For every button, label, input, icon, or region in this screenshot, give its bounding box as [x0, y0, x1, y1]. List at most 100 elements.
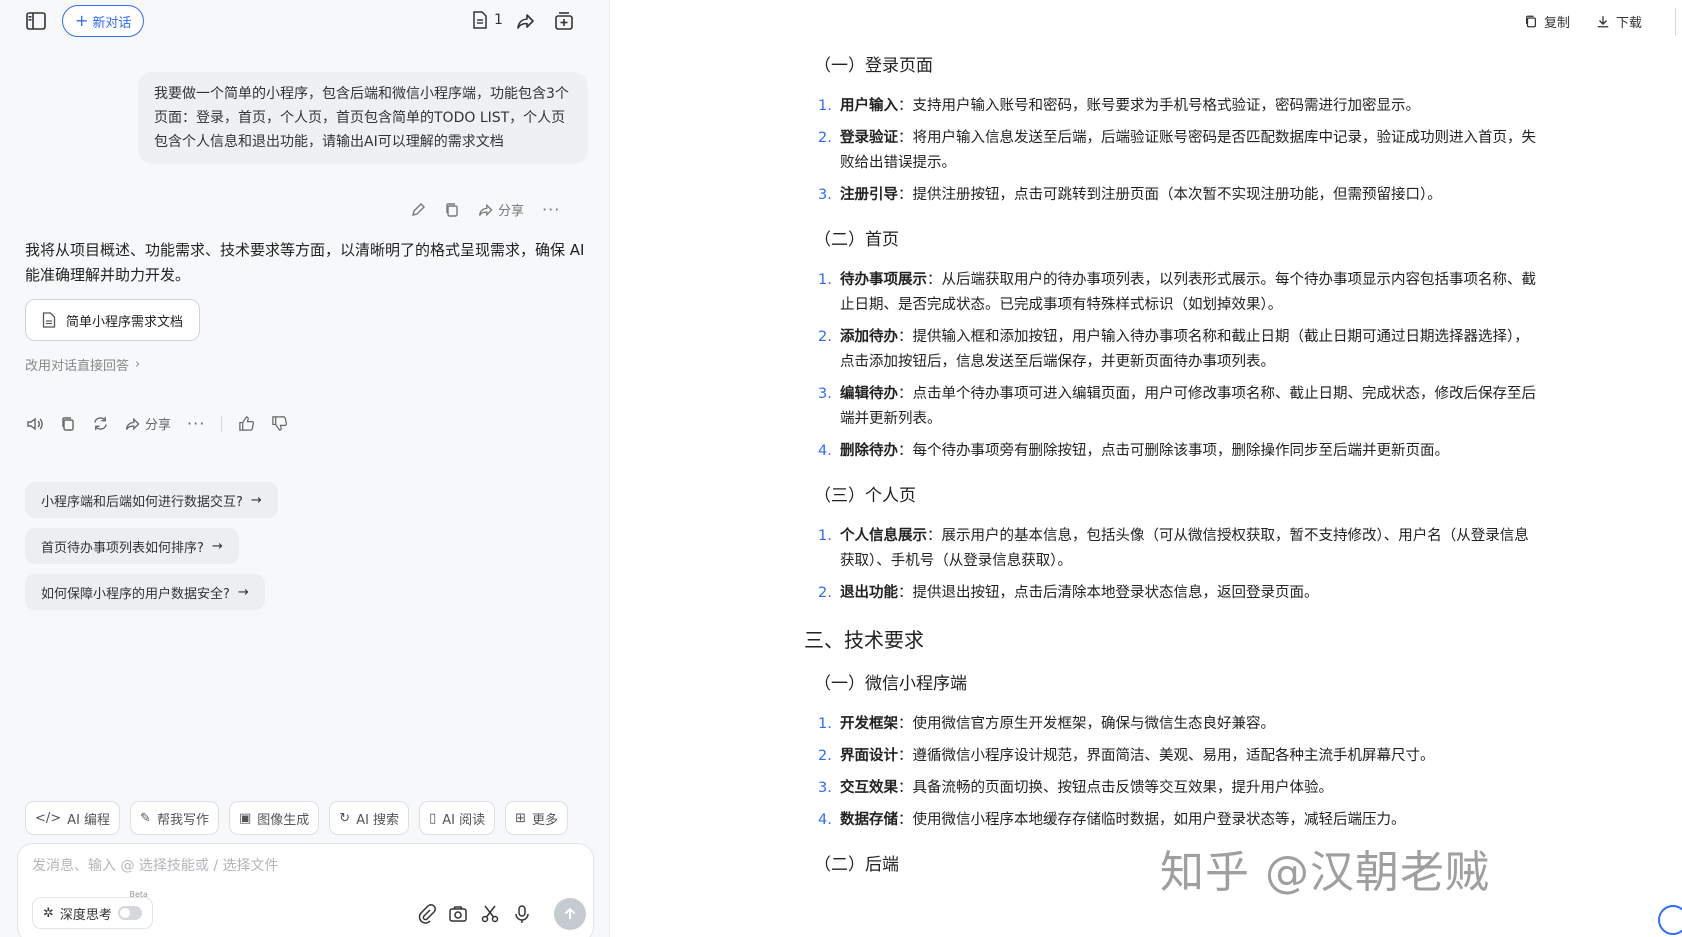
list-item: 3. 交互效果：具备流畅的页面切换、按钮点击反馈等交互效果，提升用户体验。	[818, 776, 1538, 801]
list-number: 2.	[818, 585, 832, 601]
skill-writing[interactable]: ✎ 帮我写作	[130, 801, 219, 835]
plus-icon: +	[75, 11, 89, 30]
share-icon	[125, 417, 140, 430]
regenerate-icon[interactable]	[92, 415, 109, 432]
switch-to-chat-link[interactable]: 改用对话直接回答 ›	[25, 355, 140, 374]
section-heading: （三）个人页	[814, 486, 916, 506]
more-icon[interactable]: ···	[187, 414, 205, 433]
attachment-icon[interactable]	[416, 904, 436, 924]
send-button[interactable]	[554, 898, 586, 930]
new-chat-label: 新对话	[92, 15, 132, 31]
arrow-right-icon: →	[250, 492, 262, 508]
divider	[221, 415, 223, 432]
copy-icon	[1525, 15, 1536, 28]
list-term: 界面设计	[840, 748, 898, 764]
deep-think-toggle[interactable]: ✲ 深度思考 Beta	[32, 890, 153, 929]
document-content: （一）登录页面 1. 用户输入：支持用户输入账号和密码，账号要求为手机号格式验证，…	[804, 52, 1538, 893]
ai-reply-actions: 分享 ···	[26, 414, 288, 433]
chat-topbar: + 新对话 1	[0, 0, 610, 42]
list-text: ：提供输入框和添加按钮，用户输入待办事项名称和截止日期（截止日期可通过日期选择器…	[840, 329, 1529, 370]
message-composer: ✲ 深度思考 Beta	[17, 843, 594, 937]
list-number: 3.	[818, 187, 832, 203]
sidebar-toggle-icon[interactable]	[26, 12, 46, 30]
list-number: 1.	[818, 528, 832, 544]
new-chat-button[interactable]: + 新对话	[62, 5, 145, 37]
list-term: 开发框架	[840, 716, 898, 732]
copy-document-button[interactable]: 复制	[1524, 12, 1570, 31]
image-upload-icon[interactable]	[448, 904, 468, 924]
toggle-switch[interactable]	[117, 906, 142, 920]
download-icon	[1597, 16, 1609, 28]
message-input[interactable]	[32, 858, 572, 874]
download-document-button[interactable]: 下载	[1596, 12, 1642, 31]
more-icon[interactable]: ···	[542, 200, 560, 219]
share-label: 分享	[498, 204, 525, 219]
share-label: 分享	[145, 418, 172, 433]
skill-label: AI 搜索	[356, 812, 400, 828]
list-item: 1. 待办事项展示：从后端获取用户的待办事项列表，以列表形式展示。每个待办事项显示…	[818, 268, 1538, 318]
list-term: 注册引导	[840, 187, 898, 203]
list-item: 2. 添加待办：提供输入框和添加按钮，用户输入待办事项名称和截止日期（截止日期可通…	[818, 325, 1538, 375]
list-item: 1. 个人信息展示：展示用户的基本信息，包括头像（可从微信授权获取，暂不支持修改）…	[818, 524, 1538, 574]
list-number: 3.	[818, 780, 832, 796]
document-count-button[interactable]: 1	[472, 11, 503, 29]
skill-label: 更多	[532, 812, 559, 828]
skill-ai-coding[interactable]: </> AI 编程	[25, 801, 121, 835]
list-term: 用户输入	[840, 98, 898, 114]
list-text: ：点击单个待办事项可进入编辑页面，用户可修改事项名称、截止日期、完成状态，修改后…	[840, 386, 1536, 427]
list-item: 2. 登录验证：将用户输入信息发送至后端，后端验证账号密码是否匹配数据库中记录，验…	[818, 126, 1538, 176]
list-term: 待办事项展示	[840, 272, 927, 288]
list-text: ：提供退出按钮，点击后清除本地登录状态信息，返回登录页面。	[898, 585, 1319, 601]
speaker-icon[interactable]	[26, 415, 44, 433]
section-heading: （二）首页	[814, 230, 899, 250]
list-term: 添加待办	[840, 329, 898, 345]
skill-image-generation[interactable]: ▣ 图像生成	[228, 801, 320, 835]
copy-icon[interactable]	[60, 416, 76, 432]
document-card[interactable]: 简单小程序需求文档	[25, 299, 201, 341]
list-term: 编辑待办	[840, 386, 898, 402]
divider	[1675, 8, 1676, 36]
list-number: 1.	[818, 272, 832, 288]
share-icon[interactable]	[516, 11, 536, 31]
numbered-list: 1. 开发框架：使用微信官方原生开发框架，确保与微信生态良好兼容。 2. 界面设计：…	[818, 712, 1538, 833]
skill-label: AI 阅读	[442, 812, 486, 828]
ai-reply-share-button[interactable]: 分享	[125, 414, 171, 433]
skill-ai-search[interactable]: ↻ AI 搜索	[329, 801, 410, 835]
chat-panel: + 新对话 1 我要做一个简单的小程序，包含后端和微信小程序端，功能包含3个页面…	[0, 0, 610, 937]
list-number: 4.	[818, 812, 832, 828]
section-heading: （一）登录页面	[814, 56, 933, 76]
document-toolbar: 复制 下载	[1524, 12, 1642, 31]
skill-label: AI 编程	[67, 812, 111, 828]
copy-label: 复制	[1543, 16, 1570, 31]
thumbs-down-icon[interactable]	[271, 415, 288, 432]
suggestion-chip[interactable]: 小程序端和后端如何进行数据交互? →	[25, 482, 278, 518]
microphone-icon[interactable]	[512, 904, 532, 924]
thumbs-up-icon[interactable]	[238, 415, 255, 432]
image-icon: ▣	[238, 810, 252, 826]
chevron-right-icon: ›	[135, 357, 141, 372]
arrow-up-icon	[564, 907, 576, 919]
skill-more[interactable]: ⊞ 更多	[505, 801, 569, 835]
list-text: ：提供注册按钮，点击可跳转到注册页面（本次暂不实现注册功能，但需预留接口）。	[898, 187, 1442, 203]
floating-action-button[interactable]	[1658, 905, 1682, 935]
document-icon	[473, 11, 487, 29]
numbered-list: 1. 用户输入：支持用户输入账号和密码，账号要求为手机号格式验证，密码需进行加密显…	[818, 94, 1538, 208]
section-heading: （二）后端	[814, 855, 899, 875]
skill-ai-reading[interactable]: ▯ AI 阅读	[419, 801, 496, 835]
edit-icon[interactable]	[410, 202, 426, 218]
code-icon: </>	[35, 810, 62, 826]
list-item: 3. 注册引导：提供注册按钮，点击可跳转到注册页面（本次暂不实现注册功能，但需预留…	[818, 183, 1538, 208]
suggestion-chip[interactable]: 如何保障小程序的用户数据安全? →	[25, 574, 265, 610]
list-number: 1.	[818, 716, 832, 732]
scissors-icon[interactable]	[480, 904, 500, 924]
numbered-list: 1. 待办事项展示：从后端获取用户的待办事项列表，以列表形式展示。每个待办事项显示…	[818, 268, 1538, 464]
list-number: 1.	[818, 98, 832, 114]
list-text: ：具备流畅的页面切换、按钮点击反馈等交互效果，提升用户体验。	[898, 780, 1333, 796]
user-message-share-button[interactable]: 分享	[478, 200, 524, 219]
list-item: 3. 编辑待办：点击单个待办事项可进入编辑页面，用户可修改事项名称、截止日期、完成…	[818, 382, 1538, 432]
document-panel: 复制 下载 （一）登录页面 1. 用户输入：支持用户输入账号和密码，账号要求为手机…	[610, 0, 1682, 937]
new-window-icon[interactable]	[554, 11, 574, 31]
suggestion-chip[interactable]: 首页待办事项列表如何排序? →	[25, 528, 239, 564]
list-item: 1. 开发框架：使用微信官方原生开发框架，确保与微信生态良好兼容。	[818, 712, 1538, 737]
copy-icon[interactable]	[444, 202, 460, 218]
